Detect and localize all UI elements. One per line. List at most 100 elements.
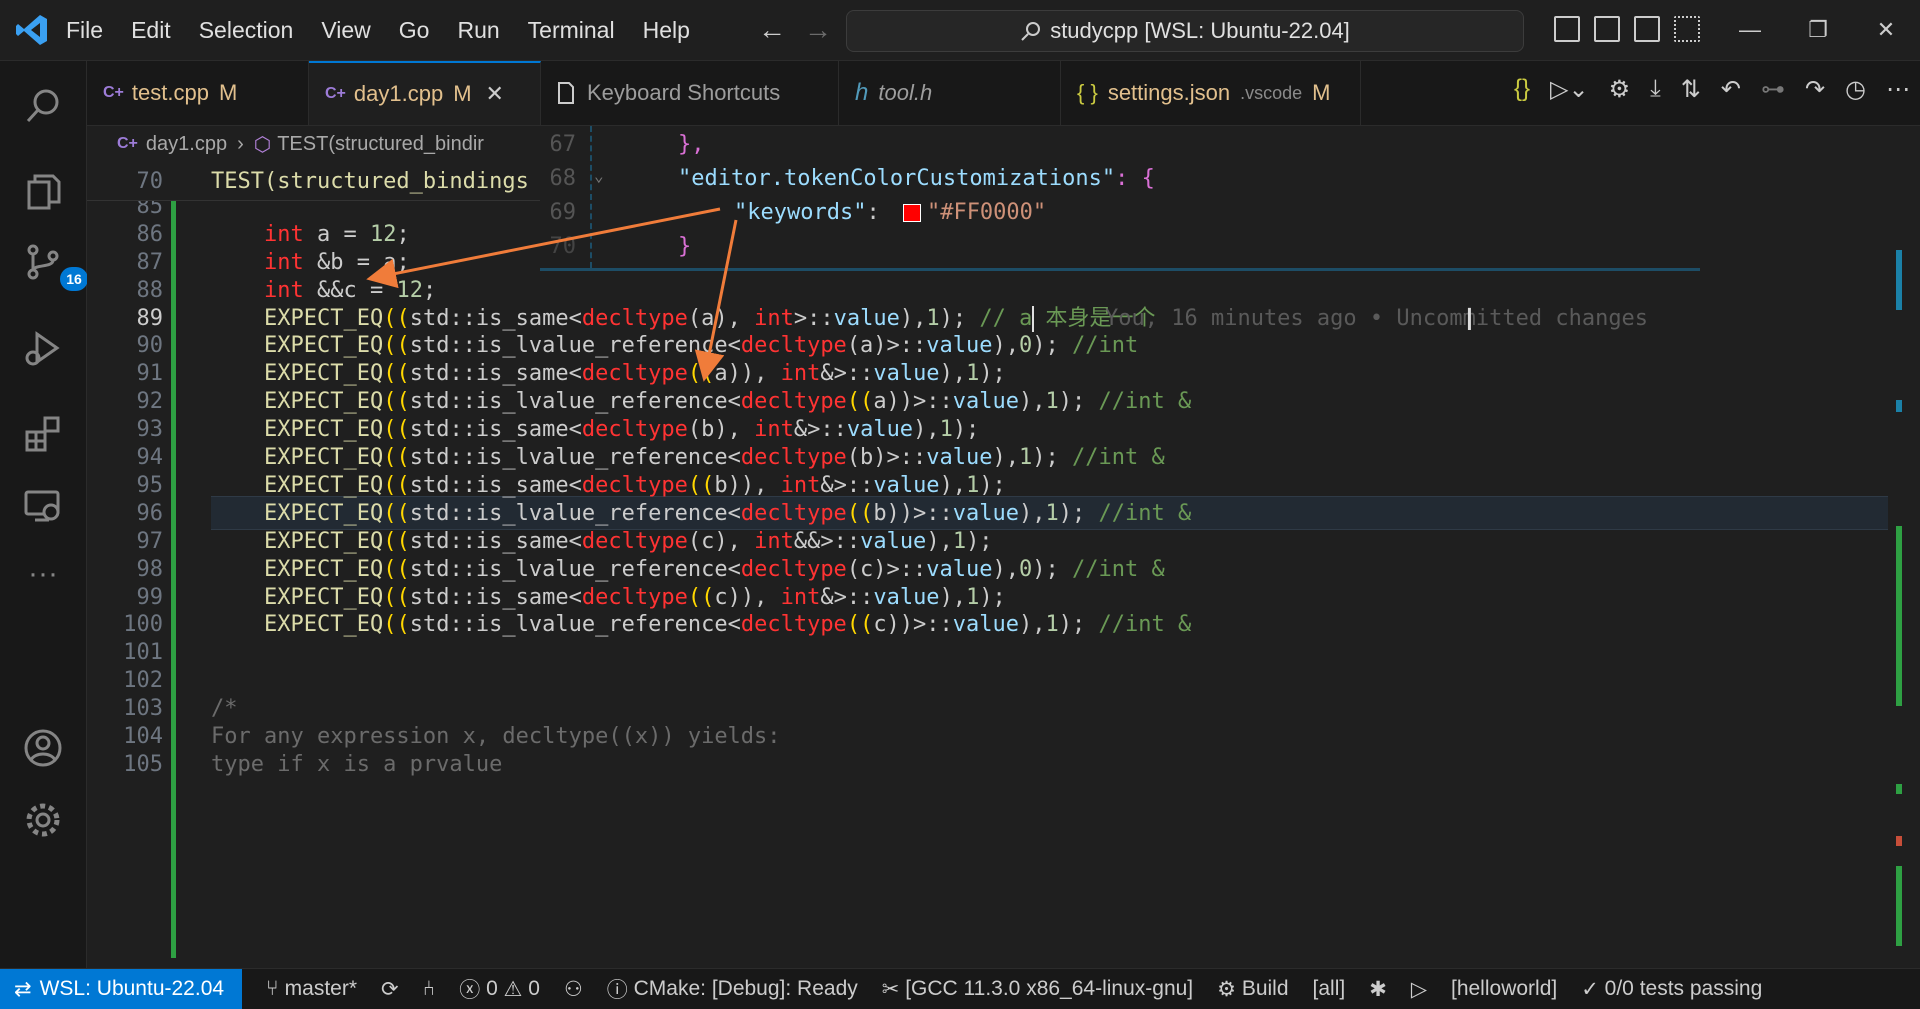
line-number: 105 (123, 751, 163, 777)
menu-bar: File Edit Selection View Go Run Terminal… (66, 0, 718, 60)
branch-status[interactable]: ⑂ master* (266, 977, 357, 1001)
ruler-mark (1896, 784, 1902, 794)
header-file-icon: h (855, 79, 869, 106)
download-icon[interactable]: ⤓ (1650, 75, 1661, 104)
tab-test-cpp[interactable]: C+ test.cpp M (87, 61, 309, 125)
cmake-label: CMake: [Debug]: Ready (633, 977, 858, 1000)
run-play-icon[interactable]: ▷ (1411, 977, 1427, 1002)
text-caret (1032, 305, 1034, 332)
accounts-icon[interactable] (18, 723, 68, 773)
menu-go[interactable]: Go (399, 17, 430, 44)
extensions-icon[interactable] (18, 409, 68, 459)
tab-label: settings.json (1107, 80, 1231, 105)
sticky-code: TEST(structured_bindings (211, 169, 529, 194)
chevron-right-icon: › (237, 132, 244, 155)
close-tab-icon[interactable]: ✕ (486, 81, 504, 107)
run-debug-dropdown-icon[interactable]: ▷⌄ (1550, 75, 1589, 104)
peek-line-number: 69 (549, 200, 577, 225)
build-target[interactable]: [all] (1313, 977, 1346, 1001)
back-arrow-icon[interactable]: ← (758, 14, 786, 45)
peek-line: "keywords": "#FF0000" (734, 196, 1046, 230)
test-status[interactable]: ✓ 0/0 tests passing (1581, 977, 1762, 1002)
kit-label: [GCC 11.3.0 x86_64-linux-gnu] (905, 977, 1194, 1000)
info-icon: ⓘ (606, 979, 628, 1002)
ruler-mark (1896, 836, 1902, 846)
breadcrumb-symbol[interactable]: TEST(structured_bindir (277, 133, 484, 156)
error-icon: ⓧ (459, 979, 481, 1002)
forward-arrow-icon[interactable]: → (804, 14, 832, 45)
minimize-icon[interactable]: — (1720, 0, 1780, 60)
sync-icon[interactable]: ⟳ (381, 977, 399, 1002)
code-line[interactable]: 105 type if x is a prvalue (87, 748, 1920, 782)
menu-help[interactable]: Help (643, 17, 690, 44)
launch-target[interactable]: [helloworld] (1451, 977, 1557, 1001)
tab-keyboard-shortcuts[interactable]: Keyboard Shortcuts (541, 61, 839, 125)
gear-icon: ⚙ (1217, 977, 1236, 1001)
vscode-logo-icon (16, 15, 47, 45)
peek-line-number: 68 (549, 166, 577, 191)
json-key: "editor.tokenColorCustomizations" (678, 166, 1116, 191)
menu-run[interactable]: Run (457, 17, 499, 44)
remote-indicator[interactable]: ⇄ WSL: Ubuntu-22.04 (0, 969, 243, 1009)
search-view-icon[interactable] (18, 81, 68, 131)
debug-icon[interactable]: ⚇ (564, 977, 583, 1002)
mouse-ibeam-cursor: I (1465, 303, 1474, 338)
check-icon: ✓ (1581, 977, 1599, 1001)
next-change-icon[interactable]: ↷ (1805, 75, 1825, 104)
problems-status[interactable]: ⓧ 0 ⚠ 0 (459, 974, 540, 1004)
search-icon (1021, 22, 1041, 41)
settings-peek-view[interactable]: 67 68 69 70 ⌄ }, "editor.tokenColorCusto… (540, 126, 1700, 271)
commit-icon[interactable]: ⊶ (1761, 75, 1785, 104)
run-debug-icon[interactable] (18, 323, 68, 373)
gear-icon[interactable]: ⚙ (1609, 75, 1631, 104)
menu-selection[interactable]: Selection (199, 17, 294, 44)
breadcrumb-file[interactable]: day1.cpp (146, 133, 227, 156)
command-center[interactable]: studycpp [WSL: Ubuntu-22.04] (846, 10, 1524, 52)
compare-changes-icon[interactable]: ⇅ (1681, 75, 1701, 104)
overview-ruler[interactable] (1888, 126, 1920, 968)
cmake-status[interactable]: ⓘ CMake: [Debug]: Ready (607, 974, 858, 1004)
tab-tool-h[interactable]: h tool.h (839, 61, 1061, 125)
fold-chevron-icon[interactable]: ⌄ (594, 166, 604, 185)
remote-explorer-icon[interactable] (18, 481, 68, 531)
peek-line: } (678, 234, 692, 259)
previous-change-icon[interactable]: ↶ (1721, 75, 1741, 104)
debug-bug-icon[interactable]: ✱ (1369, 977, 1387, 1002)
status-bar: ⇄ WSL: Ubuntu-22.04 ⑂ master* ⟳ ⑃ ⓧ 0 ⚠ 0 … (0, 968, 1920, 1009)
build-label: Build (1241, 977, 1289, 1000)
menu-edit[interactable]: Edit (131, 17, 171, 44)
source-control-icon[interactable]: 16 (18, 237, 88, 291)
toggle-secondary-sidebar-icon[interactable] (1634, 16, 1660, 42)
tab-label: day1.cpp (353, 81, 444, 106)
customize-layout-icon[interactable] (1674, 16, 1700, 42)
close-window-icon[interactable]: ✕ (1856, 0, 1916, 60)
tab-label: tool.h (878, 80, 933, 105)
json-value: "#FF0000" (926, 200, 1047, 225)
menu-file[interactable]: File (66, 17, 103, 44)
tab-settings-json[interactable]: { } settings.json .vscode M (1061, 61, 1361, 125)
settings-gear-icon[interactable] (18, 795, 68, 845)
kit-status[interactable]: ✂ [GCC 11.3.0 x86_64-linux-gnu] (882, 977, 1193, 1002)
peek-line: "editor.tokenColorCustomizations": { (678, 162, 1155, 196)
more-actions-icon[interactable]: ⋯ (1886, 75, 1910, 104)
ruler-mark (1896, 526, 1902, 706)
restore-icon[interactable]: ❐ (1788, 0, 1848, 60)
json-file-icon: { } (1077, 80, 1098, 105)
menu-terminal[interactable]: Terminal (528, 17, 615, 44)
toggle-primary-sidebar-icon[interactable] (1554, 16, 1580, 42)
ruler-mark (1896, 866, 1902, 946)
color-swatch[interactable] (902, 204, 921, 222)
modified-indicator: M (1312, 80, 1331, 105)
more-views-icon[interactable]: ··· (18, 549, 68, 599)
cpp-file-icon: C+ (325, 85, 346, 102)
timeline-icon[interactable]: ◷ (1845, 75, 1866, 104)
sticky-scroll[interactable]: 70 TEST(structured_bindings (87, 164, 587, 201)
remote-label: WSL: Ubuntu-22.04 (39, 977, 225, 1000)
toggle-panel-icon[interactable] (1594, 16, 1620, 42)
source-control-graph-icon[interactable]: ⑃ (423, 977, 436, 1001)
explorer-icon[interactable] (18, 167, 68, 217)
tab-day1-cpp[interactable]: C+ day1.cpp M ✕ (309, 61, 541, 125)
build-button[interactable]: ⚙ Build (1217, 977, 1288, 1002)
menu-view[interactable]: View (321, 17, 370, 44)
json-braces-icon[interactable]: {} (1514, 75, 1530, 104)
